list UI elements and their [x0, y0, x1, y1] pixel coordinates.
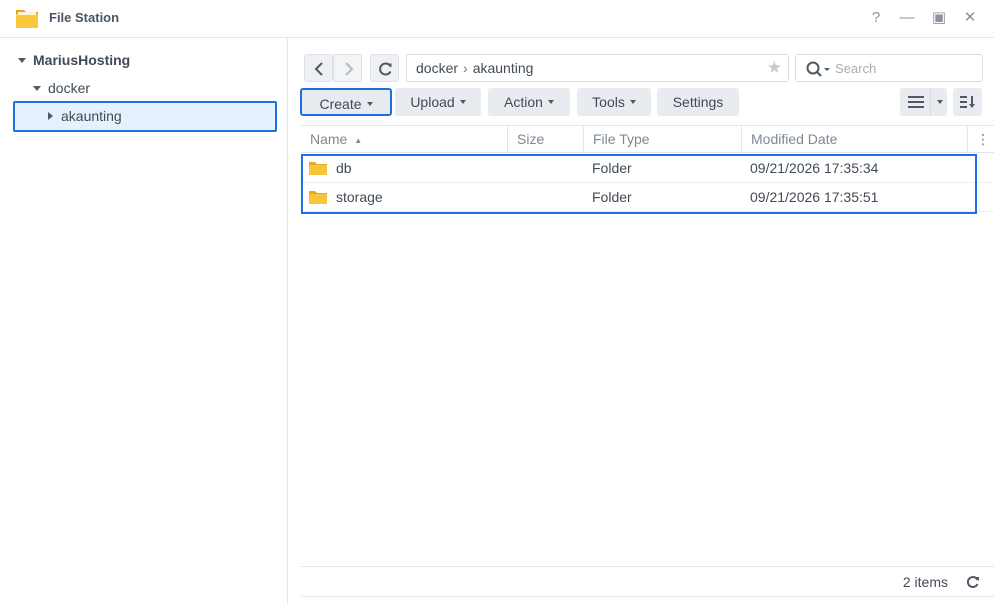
folder-icon — [309, 162, 327, 175]
column-size-label: Size — [517, 131, 545, 147]
help-icon[interactable]: ? — [867, 9, 885, 27]
view-mode-button[interactable] — [900, 88, 947, 116]
column-modified-label: Modified Date — [751, 131, 838, 147]
row-type: Folder — [592, 189, 632, 205]
row-modified: 09/21/2026 17:35:34 — [750, 160, 879, 176]
dropdown-caret-icon — [459, 100, 466, 105]
item-count: 2 items — [902, 574, 948, 590]
tree-folder-label: docker — [48, 80, 91, 96]
column-name-label: Name — [310, 131, 348, 147]
title-bar: File Station ? — ▣ ✕ — [0, 0, 994, 38]
search-input[interactable]: Search — [795, 54, 983, 82]
column-options-icon[interactable]: ⋮ — [968, 126, 994, 153]
chevron-right-icon — [345, 62, 354, 76]
tree-item-docker[interactable]: docker — [33, 74, 90, 102]
back-button[interactable] — [304, 54, 333, 82]
create-label: Create — [319, 96, 362, 112]
refresh-button[interactable] — [370, 54, 399, 82]
tree-item-akaunting[interactable]: akaunting — [48, 102, 122, 130]
settings-button[interactable]: Settings — [657, 88, 739, 116]
action-button[interactable]: Action — [488, 88, 570, 116]
create-button[interactable]: Create — [300, 88, 392, 116]
minimize-icon[interactable]: — — [898, 9, 916, 27]
tree-item-root[interactable]: MariusHosting — [18, 46, 130, 74]
breadcrumb-docker[interactable]: docker — [416, 60, 458, 76]
list-view-icon — [908, 96, 924, 108]
dropdown-caret-icon — [547, 100, 554, 105]
table-row[interactable]: db Folder 09/21/2026 17:35:34 — [301, 154, 994, 183]
dropdown-caret-icon — [629, 100, 636, 105]
row-name: storage — [336, 189, 383, 205]
path-bar[interactable]: docker › akaunting ★ — [406, 54, 789, 82]
caret-right-icon[interactable] — [48, 112, 53, 121]
column-size[interactable]: Size — [508, 126, 584, 153]
window-title: File Station — [49, 10, 120, 25]
upload-label: Upload — [410, 94, 455, 110]
table-row[interactable]: storage Folder 09/21/2026 17:35:51 — [301, 183, 994, 212]
maximize-icon[interactable]: ▣ — [930, 9, 948, 27]
main-panel: docker › akaunting ★ Search Create Upload … — [289, 38, 994, 604]
column-name[interactable]: Name ▲ — [301, 126, 508, 153]
dropdown-caret-icon — [366, 102, 373, 107]
tools-button[interactable]: Tools — [577, 88, 651, 116]
tree-root-label: MariusHosting — [33, 52, 131, 68]
column-modified-date[interactable]: Modified Date — [742, 126, 968, 153]
tree-selected-label: akaunting — [61, 108, 122, 124]
action-label: Action — [504, 94, 543, 110]
sort-button[interactable] — [953, 88, 982, 116]
split-divider — [930, 88, 931, 116]
upload-button[interactable]: Upload — [395, 88, 481, 116]
tools-label: Tools — [592, 94, 625, 110]
chevron-left-icon — [314, 62, 323, 76]
close-icon[interactable]: ✕ — [961, 9, 979, 27]
refresh-icon[interactable] — [966, 575, 980, 589]
search-placeholder: Search — [835, 61, 877, 76]
row-name: db — [336, 160, 352, 176]
column-type-label: File Type — [593, 131, 650, 147]
refresh-icon — [379, 62, 392, 76]
folder-icon — [309, 191, 327, 204]
search-icon — [806, 61, 830, 77]
sort-asc-icon: ▲ — [354, 135, 363, 145]
dropdown-caret-icon[interactable] — [937, 100, 943, 104]
file-list-header: Name ▲ Size File Type Modified Date ⋮ — [301, 125, 994, 153]
status-footer: 2 items — [301, 566, 994, 597]
row-modified: 09/21/2026 17:35:51 — [750, 189, 879, 205]
settings-label: Settings — [672, 94, 724, 110]
sort-icon — [960, 96, 975, 108]
caret-down-icon[interactable] — [33, 85, 41, 91]
breadcrumb-akaunting[interactable]: akaunting — [473, 60, 534, 76]
forward-button[interactable] — [333, 54, 362, 82]
breadcrumb-separator-icon: › — [463, 60, 468, 76]
favorite-star-icon[interactable]: ★ — [767, 55, 782, 81]
row-type: Folder — [592, 160, 632, 176]
caret-down-icon[interactable] — [18, 57, 26, 63]
file-station-app-icon — [16, 10, 38, 28]
folder-tree-sidebar: MariusHosting docker akaunting — [0, 38, 288, 604]
column-file-type[interactable]: File Type — [584, 126, 742, 153]
